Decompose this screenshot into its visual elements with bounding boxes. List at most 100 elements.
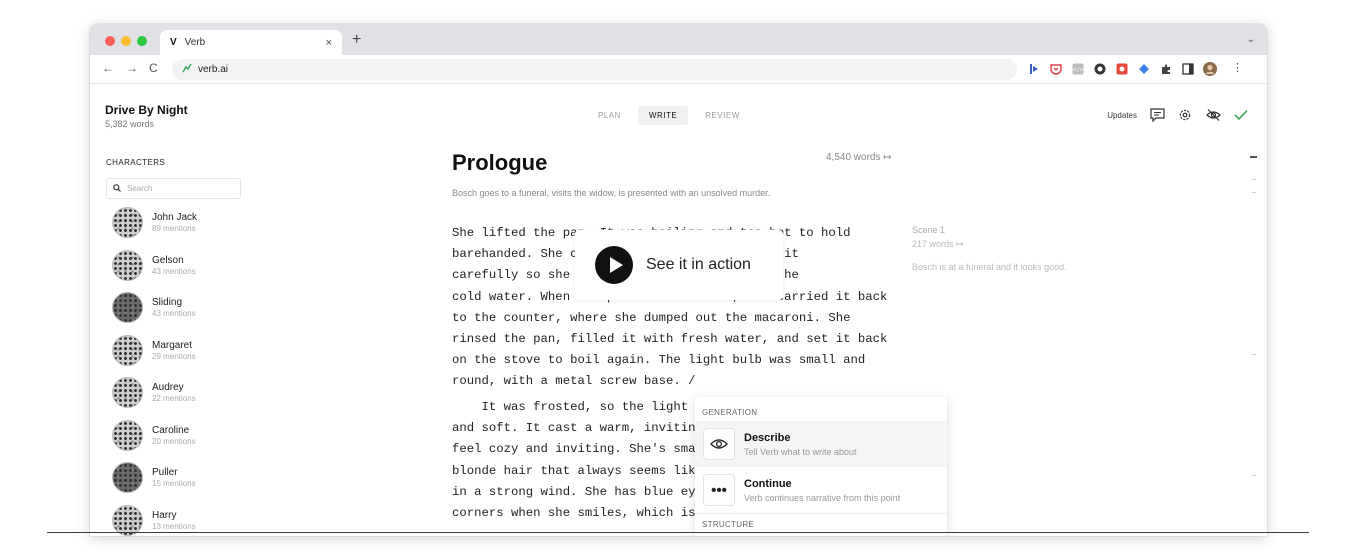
extension-record-icon[interactable] bbox=[1114, 61, 1130, 77]
minimize-window-button[interactable] bbox=[121, 36, 131, 46]
character-avatar bbox=[112, 462, 143, 493]
list-item[interactable]: Margaret 29 mentions bbox=[112, 334, 197, 378]
hide-visibility-icon[interactable] bbox=[1205, 107, 1221, 123]
tab-review[interactable]: REVIEW bbox=[694, 106, 751, 125]
list-item[interactable]: Audrey 22 mentions bbox=[112, 377, 197, 420]
character-name: Sliding bbox=[152, 297, 183, 308]
menu-section-structure: STRUCTURE bbox=[695, 513, 947, 529]
forward-button[interactable]: → bbox=[126, 61, 138, 75]
extension-circle-icon[interactable] bbox=[1092, 61, 1108, 77]
character-avatar bbox=[112, 249, 143, 281]
document-word-count: 5,382 words bbox=[105, 119, 155, 129]
browser-menu-icon[interactable]: ⋮ bbox=[1232, 61, 1243, 74]
text-line: round, with a metal screw base. / bbox=[452, 374, 696, 389]
command-menu: GENERATION Describe Tell Verb what to wr… bbox=[695, 397, 947, 536]
extension-tag-icon[interactable] bbox=[1136, 61, 1152, 77]
menu-item-desc: Verb continues narrative from this point bbox=[744, 492, 901, 503]
character-list: John Jack 89 mentions Gelson 43 mentions S… bbox=[112, 207, 197, 536]
outline-marker[interactable] bbox=[1252, 179, 1256, 193]
outline-marker[interactable] bbox=[1250, 156, 1257, 158]
scene-summary[interactable]: Bosch is at a funeral and it looks good. bbox=[912, 260, 1077, 274]
settings-gear-icon[interactable] bbox=[1177, 107, 1193, 123]
list-item[interactable]: Caroline 20 mentions bbox=[112, 419, 197, 463]
character-name: Audrey bbox=[152, 382, 184, 393]
document-title: Drive By Night bbox=[105, 103, 188, 117]
url-input[interactable]: verb.ai bbox=[172, 59, 1017, 80]
browser-tab[interactable]: V Verb × bbox=[160, 30, 342, 55]
close-window-button[interactable] bbox=[105, 36, 115, 46]
character-mentions: 13 mentions bbox=[152, 521, 196, 531]
check-icon[interactable] bbox=[1233, 107, 1249, 123]
profile-avatar[interactable] bbox=[1202, 61, 1218, 77]
menu-item-title: Continue bbox=[744, 477, 792, 490]
character-mentions: 20 mentions bbox=[152, 436, 196, 446]
outline-marker[interactable] bbox=[1252, 354, 1256, 355]
tab-plan[interactable]: PLAN bbox=[587, 106, 632, 125]
verb-favicon-icon: V bbox=[170, 37, 177, 48]
scene-label[interactable]: Scene 1 bbox=[912, 225, 945, 235]
character-avatar bbox=[112, 292, 143, 323]
character-name: John Jack bbox=[152, 212, 198, 223]
page-divider bbox=[47, 532, 1309, 533]
character-avatar bbox=[112, 504, 143, 536]
character-search-input[interactable]: Search bbox=[106, 178, 241, 199]
menu-item-desc: Tell Verb what to write about bbox=[744, 446, 857, 457]
character-mentions: 43 mentions bbox=[152, 266, 196, 276]
see-it-in-action-button[interactable]: See it in action bbox=[575, 230, 783, 300]
feedback-icon[interactable] bbox=[1149, 107, 1165, 123]
text-line: rinsed the pan, filled it with fresh wat… bbox=[452, 332, 888, 347]
eye-icon bbox=[703, 428, 735, 460]
text-line: on the stove to boil again. The light bu… bbox=[452, 353, 866, 368]
back-button[interactable]: ← bbox=[102, 61, 114, 75]
menu-section-generation: GENERATION bbox=[702, 408, 758, 417]
character-avatar bbox=[112, 419, 143, 451]
mode-tabs: PLAN WRITE REVIEW bbox=[587, 106, 751, 125]
character-mentions: 15 mentions bbox=[152, 479, 196, 488]
chapter-word-count: 4,540 words ↦ bbox=[826, 152, 892, 163]
stage: V Verb × + ⌄ ← → C verb.ai </> ⋮ Drive B… bbox=[0, 0, 1366, 560]
url-text: verb.ai bbox=[198, 64, 229, 75]
scene-word-count: 217 words ↦ bbox=[912, 239, 964, 249]
characters-heading: CHARACTERS bbox=[106, 158, 166, 167]
chapter-title[interactable]: Prologue bbox=[452, 150, 547, 176]
search-icon bbox=[113, 183, 121, 194]
character-avatar bbox=[112, 377, 143, 408]
list-item[interactable]: Sliding 43 mentions bbox=[112, 292, 197, 335]
reload-button[interactable]: C bbox=[149, 61, 158, 75]
maximize-window-button[interactable] bbox=[137, 36, 147, 46]
list-item[interactable]: Puller 15 mentions bbox=[112, 462, 197, 505]
character-mentions: 89 mentions bbox=[152, 224, 196, 233]
video-label: See it in action bbox=[646, 256, 751, 273]
browser-window: V Verb × + ⌄ ← → C verb.ai </> ⋮ Drive B… bbox=[90, 24, 1267, 536]
text-line: to the counter, where she dumped out the… bbox=[452, 310, 851, 325]
menu-item-continue[interactable]: ••• Continue Verb continues narrative fr… bbox=[695, 467, 947, 513]
tab-search-chevron-icon[interactable]: ⌄ bbox=[1247, 34, 1255, 45]
menu-item-describe[interactable]: Describe Tell Verb what to write about bbox=[695, 421, 947, 467]
side-panel-icon[interactable] bbox=[1180, 61, 1196, 77]
menu-item-title: Describe bbox=[744, 431, 791, 444]
tab-close-icon[interactable]: × bbox=[326, 37, 332, 49]
updates-link[interactable]: Updates bbox=[1107, 111, 1137, 120]
tab-bar: V Verb × + ⌄ bbox=[90, 24, 1267, 55]
character-name: Margaret bbox=[152, 339, 193, 351]
tab-title: Verb bbox=[184, 37, 206, 48]
search-placeholder: Search bbox=[127, 184, 153, 193]
chapter-summary[interactable]: Bosch goes to a funeral, visits the wido… bbox=[452, 188, 770, 198]
list-item[interactable]: John Jack 89 mentions bbox=[112, 207, 197, 250]
extension-code-icon[interactable]: </> bbox=[1070, 61, 1086, 77]
list-item[interactable]: Gelson 43 mentions bbox=[112, 249, 197, 293]
character-name: Caroline bbox=[152, 424, 190, 436]
character-mentions: 43 mentions bbox=[152, 309, 196, 318]
new-tab-button[interactable]: + bbox=[352, 31, 361, 49]
ellipsis-icon: ••• bbox=[703, 474, 735, 506]
character-mentions: 29 mentions bbox=[152, 351, 196, 361]
tab-write[interactable]: WRITE bbox=[637, 106, 689, 125]
character-name: Harry bbox=[152, 509, 177, 521]
outline-marker[interactable] bbox=[1252, 475, 1256, 476]
pocket-icon[interactable] bbox=[1048, 61, 1064, 77]
site-info-icon[interactable] bbox=[182, 63, 192, 76]
character-name: Puller bbox=[152, 467, 178, 478]
character-mentions: 22 mentions bbox=[152, 394, 196, 403]
extensions-puzzle-icon[interactable] bbox=[1158, 61, 1174, 77]
extension-audio-icon[interactable] bbox=[1026, 61, 1042, 77]
